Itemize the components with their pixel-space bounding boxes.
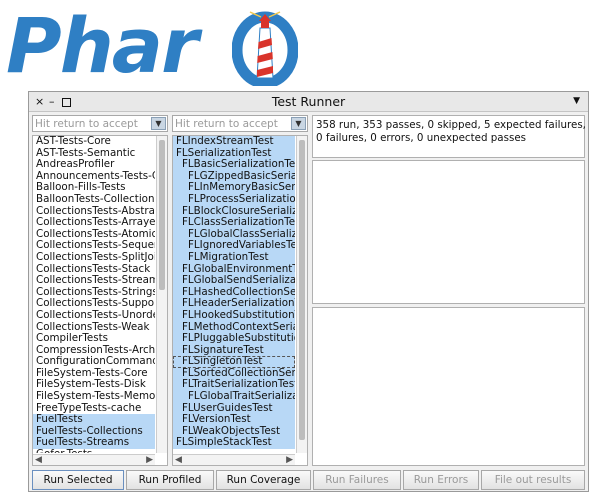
results-summary-pane: 358 run, 353 passes, 0 skipped, 5 expect… <box>312 115 586 158</box>
pharo-logo: Phar <box>0 0 330 92</box>
list-item[interactable]: CollectionsTests-Stream: <box>33 275 155 287</box>
list-item[interactable]: FLMigrationTest <box>173 251 295 264</box>
results-summary: 358 run, 353 passes, 0 skipped, 5 expect… <box>316 119 586 144</box>
list-item[interactable]: FLSimpleStackTest <box>173 437 295 450</box>
package-list[interactable]: AST-Tests-Core AST-Tests-Semantic AndreasP… <box>32 135 168 466</box>
failures-list[interactable] <box>312 160 585 304</box>
logo-wordmark: Phar <box>6 1 199 90</box>
package-list-vscrollbar[interactable] <box>156 136 167 453</box>
errors-list[interactable] <box>312 307 585 466</box>
list-item[interactable]: FLGlobalSendSerialization <box>173 275 295 287</box>
package-list-items: AST-Tests-Core AST-Tests-Semantic AndreasP… <box>33 136 155 453</box>
test-runner-window: × – Test Runner ▼ ▼ ▼ AST-Tests-CoreAST-… <box>28 91 589 492</box>
list-item[interactable]: AST-Tests-Core <box>33 136 155 148</box>
list-item[interactable]: FLGlobalTraitSerialization <box>173 390 295 403</box>
run-profiled-button[interactable]: Run Profiled <box>126 470 214 490</box>
list-item[interactable]: FileSystem-Tests-Memory <box>33 390 155 403</box>
scroll-right-icon[interactable]: ▶ <box>286 455 293 465</box>
list-item[interactable]: CollectionsTests-Arrayed <box>33 217 155 229</box>
class-list-hscrollbar[interactable]: ◀ ▶ <box>173 454 295 465</box>
scroll-left-icon[interactable]: ◀ <box>175 455 182 465</box>
run-errors-button[interactable]: Run Errors <box>403 470 479 490</box>
class-list[interactable]: FLIndexStreamTest FLSerializationTest FLBa… <box>172 135 308 466</box>
class-search-field[interactable]: ▼ <box>172 115 308 132</box>
run-selected-button[interactable]: Run Selected <box>32 470 124 490</box>
run-coverage-button[interactable]: Run Coverage <box>216 470 311 490</box>
list-item[interactable]: CollectionsTests-Unorde <box>33 309 155 322</box>
class-list-vscrollbar[interactable] <box>296 136 307 453</box>
class-list-vthumb[interactable] <box>299 140 305 440</box>
scroll-right-icon[interactable]: ▶ <box>146 455 153 465</box>
class-search-input[interactable] <box>175 117 287 130</box>
list-item[interactable]: FLPluggableSubstitutionTe <box>173 332 295 345</box>
button-bar: Run Selected Run Profiled Run Coverage R… <box>29 468 588 492</box>
scroll-left-icon[interactable]: ◀ <box>35 455 42 465</box>
class-search-dropdown-icon[interactable]: ▼ <box>291 117 306 130</box>
package-search-input[interactable] <box>35 117 147 130</box>
list-item[interactable]: FLHookedSubstitutionTest <box>173 309 295 322</box>
package-search-dropdown-icon[interactable]: ▼ <box>151 117 166 130</box>
run-failures-button[interactable]: Run Failures <box>313 470 401 490</box>
results-summary-line-2: 0 failures, 0 errors, 0 unexpected passe… <box>316 131 527 144</box>
list-item[interactable]: Gofer-Tests <box>33 448 155 453</box>
package-list-hscrollbar[interactable]: ◀ ▶ <box>33 454 155 465</box>
list-item[interactable]: CompilerTests <box>33 332 155 345</box>
list-item[interactable]: CollectionsTests-SplitJoi <box>33 251 155 264</box>
class-list-items: FLIndexStreamTest FLSerializationTest FLBa… <box>173 136 295 453</box>
package-search-field[interactable]: ▼ <box>32 115 168 132</box>
list-item[interactable]: FLProcessSerializationTe <box>173 193 295 206</box>
package-list-vthumb[interactable] <box>159 140 165 290</box>
window-menu-icon[interactable]: ▼ <box>573 96 580 106</box>
list-item[interactable]: BalloonTests-Collections <box>33 193 155 206</box>
title-bar[interactable]: × – Test Runner ▼ <box>29 92 588 112</box>
results-summary-line-1: 358 run, 353 passes, 0 skipped, 5 expect… <box>316 119 586 131</box>
window-title: Test Runner <box>271 94 346 109</box>
list-item[interactable]: FLClassSerializationTest <box>173 217 295 229</box>
lighthouse-icon <box>232 11 298 86</box>
list-item[interactable]: FLIndexStreamTest <box>173 136 295 148</box>
file-out-results-button[interactable]: File out results <box>481 470 585 490</box>
